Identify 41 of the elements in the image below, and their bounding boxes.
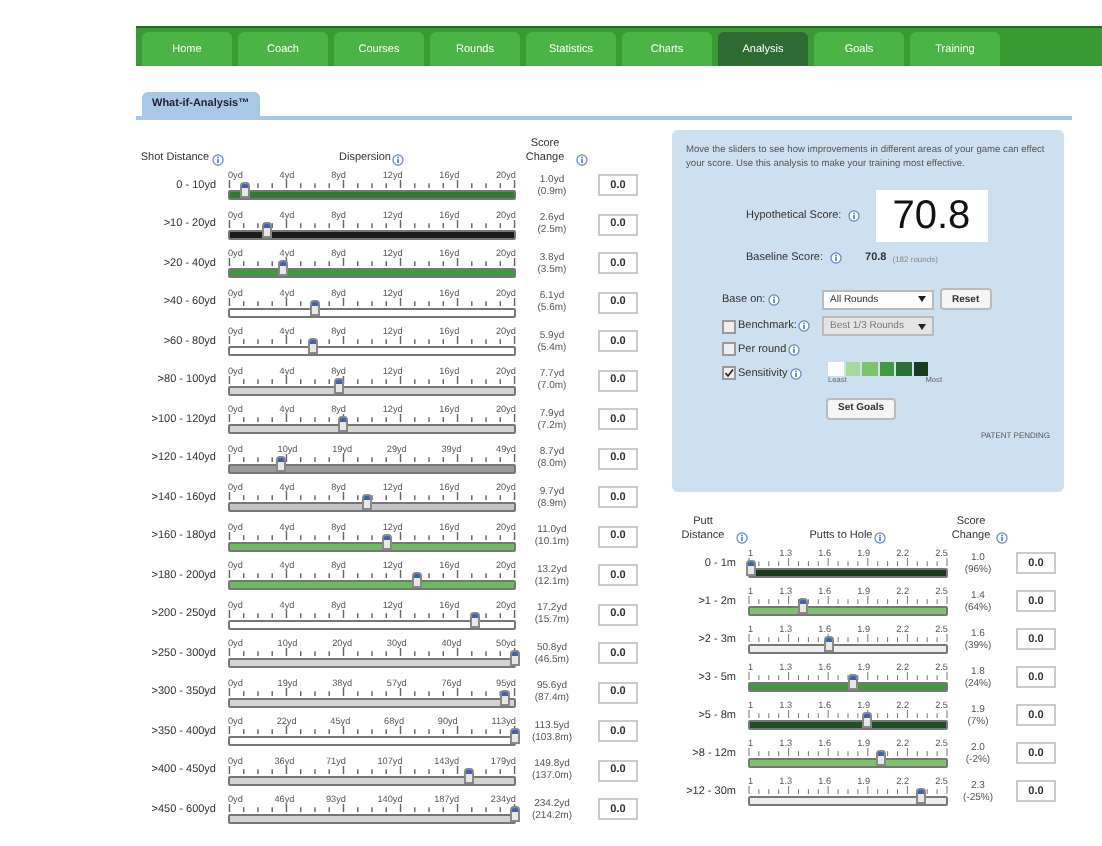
info-icon[interactable] — [392, 154, 405, 166]
slider-thumb[interactable] — [745, 560, 755, 576]
info-icon[interactable] — [767, 293, 780, 305]
slider-thumb[interactable] — [463, 767, 474, 784]
info-icon[interactable] — [789, 367, 802, 379]
slider-thumb[interactable] — [500, 689, 511, 706]
slider-thumb[interactable] — [509, 728, 519, 745]
slider-thumb[interactable] — [823, 636, 834, 652]
slider-thumb[interactable] — [310, 299, 321, 316]
slider-thumb[interactable] — [848, 674, 859, 690]
info-icon[interactable] — [829, 252, 842, 264]
slider-thumb[interactable] — [276, 455, 287, 472]
slider-thumb[interactable] — [876, 750, 887, 766]
slider-thumb[interactable] — [797, 598, 808, 614]
info-icon[interactable] — [736, 532, 748, 544]
slider-thumb[interactable] — [307, 338, 318, 355]
slider-thumb[interactable] — [915, 788, 926, 804]
info-icon[interactable] — [847, 210, 860, 222]
info-icon[interactable] — [576, 154, 588, 166]
slider-thumb[interactable] — [509, 806, 519, 823]
info-icon[interactable] — [874, 532, 887, 544]
slider-thumb[interactable] — [337, 416, 348, 433]
hypothetical-score: 70.8 — [875, 190, 988, 242]
slider-thumb[interactable] — [261, 221, 272, 238]
caret-icon — [918, 296, 926, 302]
slider-thumb[interactable] — [469, 611, 480, 628]
slider-thumb[interactable] — [362, 494, 373, 511]
slider-thumb[interactable] — [509, 650, 519, 667]
slider-thumb[interactable] — [278, 260, 289, 277]
caret-icon — [918, 323, 926, 329]
checkbox[interactable] — [722, 342, 736, 356]
info-icon[interactable] — [788, 343, 801, 355]
slider-thumb[interactable] — [381, 533, 392, 550]
slider-thumb[interactable] — [239, 182, 250, 199]
slider-thumb[interactable] — [412, 572, 423, 589]
info-icon[interactable] — [211, 154, 224, 166]
checkbox[interactable] — [722, 366, 736, 380]
slider-thumb[interactable] — [862, 712, 873, 728]
slider-thumb[interactable] — [334, 377, 345, 394]
info-icon[interactable] — [798, 320, 811, 332]
info-icon[interactable] — [996, 532, 1008, 544]
